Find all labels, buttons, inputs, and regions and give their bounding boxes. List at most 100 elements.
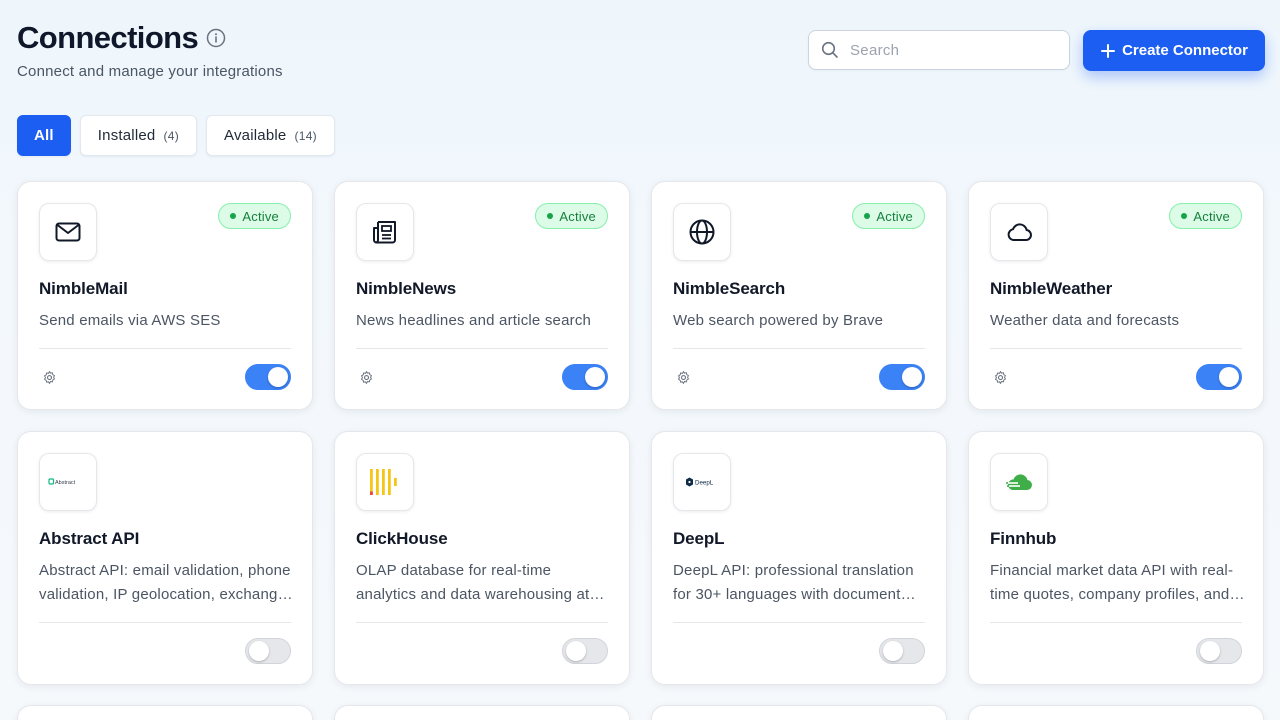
tab-count: (14) [294,128,317,143]
search-input[interactable] [850,37,1060,63]
connector-name: NimbleWeather [990,279,1113,298]
cloud-icon [1007,223,1032,241]
card-logo [356,453,414,511]
connector-name: NimbleNews [356,279,457,298]
card-divider [990,348,1242,349]
toggle-knob [883,641,903,661]
card-logo [990,203,1048,261]
enable-toggle[interactable] [245,638,291,664]
abstract-logo: Abstract [48,478,76,486]
gear-icon[interactable] [676,370,691,385]
connector-card-abstract-api[interactable]: Abstract Abstract API Abstract API: emai… [17,431,313,685]
enable-toggle[interactable] [1196,638,1242,664]
card-logo [39,203,97,261]
connector-name: Finnhub [990,529,1057,548]
status-badge: Active [1169,203,1242,229]
connector-card-deepl[interactable]: DeepL DeepL DeepL API: professional tran… [651,431,947,685]
info-icon[interactable] [206,28,226,48]
connector-card-partial[interactable] [334,705,630,720]
connector-card-nimblenews[interactable]: Active NimbleNews News headlines and art… [334,181,630,410]
card-logo [673,203,731,261]
deepl-logo-text: DeepL [695,479,714,486]
page-title: Connections [17,20,199,55]
toggle-knob [566,641,586,661]
toggle-knob [249,641,269,661]
connector-description: Abstract API: email validation, phone va… [39,562,291,603]
gear-icon[interactable] [359,370,374,385]
status-badge: Active [852,203,925,229]
status-label: Active [876,208,913,224]
enable-toggle[interactable] [879,638,925,664]
enable-toggle[interactable] [562,364,608,390]
toggle-knob [585,367,605,387]
status-badge: Active [218,203,291,229]
tab-installed[interactable]: Installed (4) [79,115,198,156]
tab-count: (4) [163,128,180,143]
status-dot [547,213,554,219]
connector-name: NimbleSearch [673,279,786,298]
status-dot [864,213,871,219]
card-logo: Abstract [39,453,97,511]
gear-icon[interactable] [42,370,57,385]
deepl-logo: DeepL [686,477,714,487]
gear-icon[interactable] [993,370,1008,385]
status-dot [1181,213,1188,219]
newspaper-icon [373,221,396,244]
page-subtitle: Connect and manage your integrations [17,63,283,80]
connector-description: Weather data and forecasts [990,312,1180,329]
card-divider [39,622,291,623]
connector-name: DeepL [673,529,725,548]
toggle-knob [1200,641,1220,661]
status-label: Active [242,208,279,224]
enable-toggle[interactable] [879,364,925,390]
connector-card-partial[interactable] [17,705,313,720]
abstract-logo-text: Abstract [55,480,76,486]
mail-icon [55,222,81,242]
connector-card-nimblemail[interactable]: Active NimbleMail Send emails via AWS SE… [17,181,313,410]
connector-name: ClickHouse [356,529,448,548]
globe-icon [689,219,715,245]
connector-card-nimblesearch[interactable]: Active NimbleSearch Web search powered b… [651,181,947,410]
clickhouse-logo [370,469,397,495]
connector-description: Send emails via AWS SES [39,312,221,329]
create-connector-button[interactable]: Create Connector [1083,30,1265,71]
create-connector-label: Create Connector [1122,42,1248,59]
card-logo [356,203,414,261]
tab-label: Available [224,127,287,144]
connector-name: Abstract API [39,529,140,548]
connector-description: DeepL API: professional translation for … [673,562,914,603]
filter-tabs: All Installed (4) Available (14) [17,115,335,156]
connector-card-finnhub[interactable]: Finnhub Financial market data API with r… [968,431,1264,685]
toggle-knob [1219,367,1239,387]
finnhub-logo [1006,474,1032,490]
connector-description: Web search powered by Brave [673,312,884,329]
plus-icon [1101,43,1116,58]
connector-card-partial[interactable] [651,705,947,720]
status-label: Active [1193,208,1230,224]
connector-description: News headlines and article search [356,312,592,329]
card-divider [673,348,925,349]
connector-description: Financial market data API with real-time… [990,562,1234,603]
enable-toggle[interactable] [245,364,291,390]
card-logo [990,453,1048,511]
tab-all[interactable]: All [17,115,71,156]
card-divider [356,348,608,349]
search-box[interactable] [808,30,1070,70]
tab-available[interactable]: Available (14) [206,115,335,156]
connector-card-nimbleweather[interactable]: Active NimbleWeather Weather data and fo… [968,181,1264,410]
connector-card-clickhouse[interactable]: ClickHouse OLAP database for real-time a… [334,431,630,685]
card-divider [673,622,925,623]
tab-label: Installed [97,127,156,144]
enable-toggle[interactable] [562,638,608,664]
connector-card-partial[interactable] [968,705,1264,720]
search-icon [821,41,838,58]
toggle-knob [268,367,288,387]
connector-description: OLAP database for real-time analytics an… [356,562,590,603]
status-badge: Active [535,203,608,229]
card-logo: DeepL [673,453,731,511]
tab-label: All [34,127,54,144]
toggle-knob [902,367,922,387]
enable-toggle[interactable] [1196,364,1242,390]
card-divider [990,622,1242,623]
status-dot [230,213,237,219]
